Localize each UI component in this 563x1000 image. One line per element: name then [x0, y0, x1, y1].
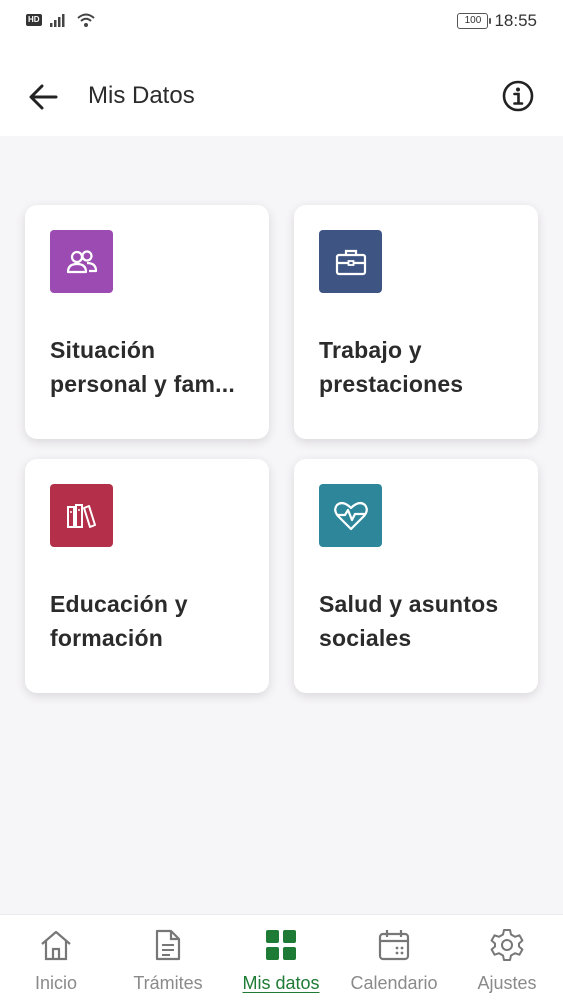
card-trabajo-prestaciones[interactable]: Trabajo y prestaciones: [294, 205, 538, 439]
card-label: Situación personal y fam...: [50, 337, 235, 397]
card-educacion-formacion[interactable]: Educación y formación: [25, 459, 269, 693]
tab-label: Calendario: [350, 973, 438, 993]
tab-label: Ajustes: [477, 973, 537, 993]
card-label: Trabajo y prestaciones: [319, 337, 464, 397]
bottom-tab-bar: Inicio Trámites Mis datos Calendario Aju…: [0, 914, 563, 1000]
card-label: Educación y formación: [50, 591, 188, 651]
card-label: Salud y asuntos sociales: [319, 591, 499, 651]
tab-mis-datos[interactable]: Mis datos: [225, 925, 337, 1000]
gear-icon: [489, 925, 525, 965]
signal-icon: [49, 14, 65, 27]
wifi-icon: [76, 13, 95, 27]
tab-label: Trámites: [133, 973, 203, 993]
battery-icon: 100: [457, 13, 492, 29]
app-header: Mis Datos: [0, 44, 563, 136]
people-icon: [50, 230, 113, 293]
tab-label: Inicio: [34, 973, 78, 993]
home-icon: [38, 925, 74, 965]
tab-calendario[interactable]: Calendario: [338, 925, 450, 1000]
grid-icon: [264, 925, 298, 965]
arrow-left-icon: [29, 84, 58, 110]
status-bar: HD 100 18:55: [0, 0, 563, 44]
back-button[interactable]: [26, 80, 60, 114]
info-icon: [502, 80, 534, 112]
info-button[interactable]: [500, 78, 536, 114]
tab-inicio[interactable]: Inicio: [0, 925, 112, 1000]
briefcase-icon: [319, 230, 382, 293]
tab-label: Mis datos: [242, 973, 320, 993]
tab-ajustes[interactable]: Ajustes: [451, 925, 563, 1000]
books-icon: [50, 484, 113, 547]
hd-badge: HD: [26, 14, 42, 26]
heart-pulse-icon: [319, 484, 382, 547]
calendar-icon: [377, 925, 411, 965]
card-situacion-personal[interactable]: Situación personal y fam...: [25, 205, 269, 439]
clock: 18:55: [494, 11, 537, 30]
document-icon: [153, 925, 183, 965]
tab-tramites[interactable]: Trámites: [112, 925, 224, 1000]
card-salud-asuntos-sociales[interactable]: Salud y asuntos sociales: [294, 459, 538, 693]
page-title: Mis Datos: [88, 82, 195, 109]
category-grid: Situación personal y fam... Trabajo y pr…: [25, 205, 539, 693]
